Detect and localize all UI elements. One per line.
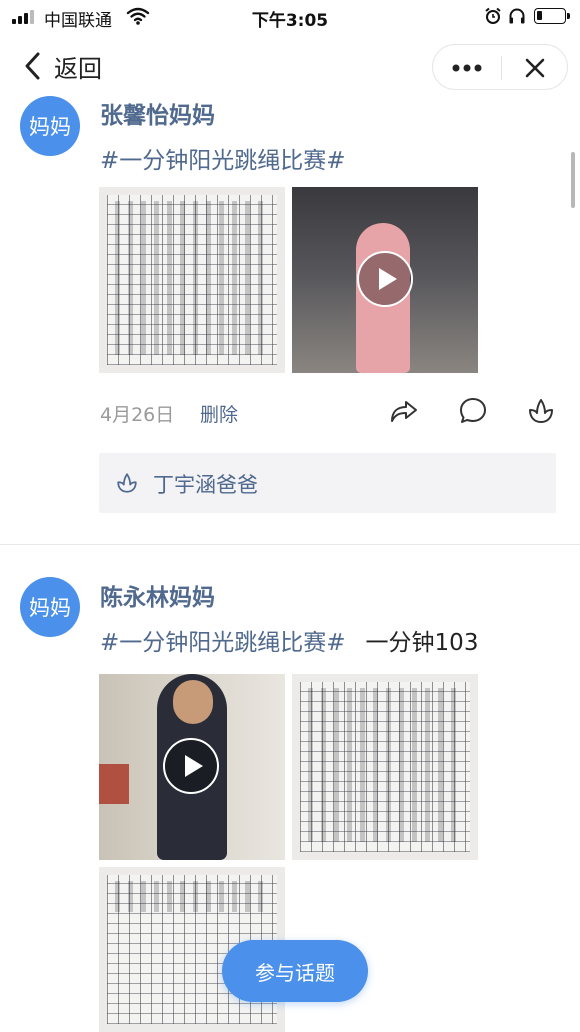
topic-line: #一分钟阳光跳绳比赛# 一分钟103 [100, 623, 478, 657]
paper-writing [115, 881, 267, 912]
join-topic-button[interactable]: 参与话题 [222, 940, 368, 1002]
post-text: 一分钟103 [365, 630, 479, 656]
topic-tag[interactable]: #一分钟阳光跳绳比赛# [100, 148, 346, 174]
topic-line: #一分钟阳光跳绳比赛# [100, 141, 346, 175]
child-face [173, 680, 213, 724]
photo-thumbnail[interactable] [292, 674, 478, 860]
topic-tag[interactable]: #一分钟阳光跳绳比赛# [100, 630, 346, 656]
post-1: 妈妈 张馨怡妈妈 #一分钟阳光跳绳比赛# 4月26日 删除 丁宇涵爸爸 [0, 0, 580, 544]
author-name[interactable]: 陈永林妈妈 [100, 578, 215, 612]
paper-writing [308, 688, 460, 842]
author-name[interactable]: 张馨怡妈妈 [100, 96, 215, 130]
liker-name[interactable]: 丁宇涵爸爸 [153, 469, 258, 499]
like-flower-icon[interactable] [526, 396, 556, 426]
scroll-indicator[interactable] [571, 152, 575, 208]
shelf [99, 764, 129, 804]
video-thumbnail[interactable] [99, 674, 285, 860]
play-icon [378, 268, 397, 290]
play-button[interactable] [163, 738, 219, 794]
comment-icon[interactable] [458, 396, 488, 426]
avatar[interactable]: 妈妈 [20, 96, 80, 156]
likes-panel: 丁宇涵爸爸 [99, 453, 556, 513]
post-date: 4月26日 [100, 404, 175, 426]
delete-link[interactable]: 删除 [200, 400, 238, 427]
play-icon [184, 755, 203, 777]
share-icon[interactable] [389, 396, 419, 426]
video-thumbnail[interactable] [292, 187, 478, 373]
paper-writing [115, 201, 267, 355]
like-flower-icon [117, 473, 137, 493]
photo-thumbnail[interactable] [99, 187, 285, 373]
avatar[interactable]: 妈妈 [20, 577, 80, 637]
play-button[interactable] [357, 251, 413, 307]
